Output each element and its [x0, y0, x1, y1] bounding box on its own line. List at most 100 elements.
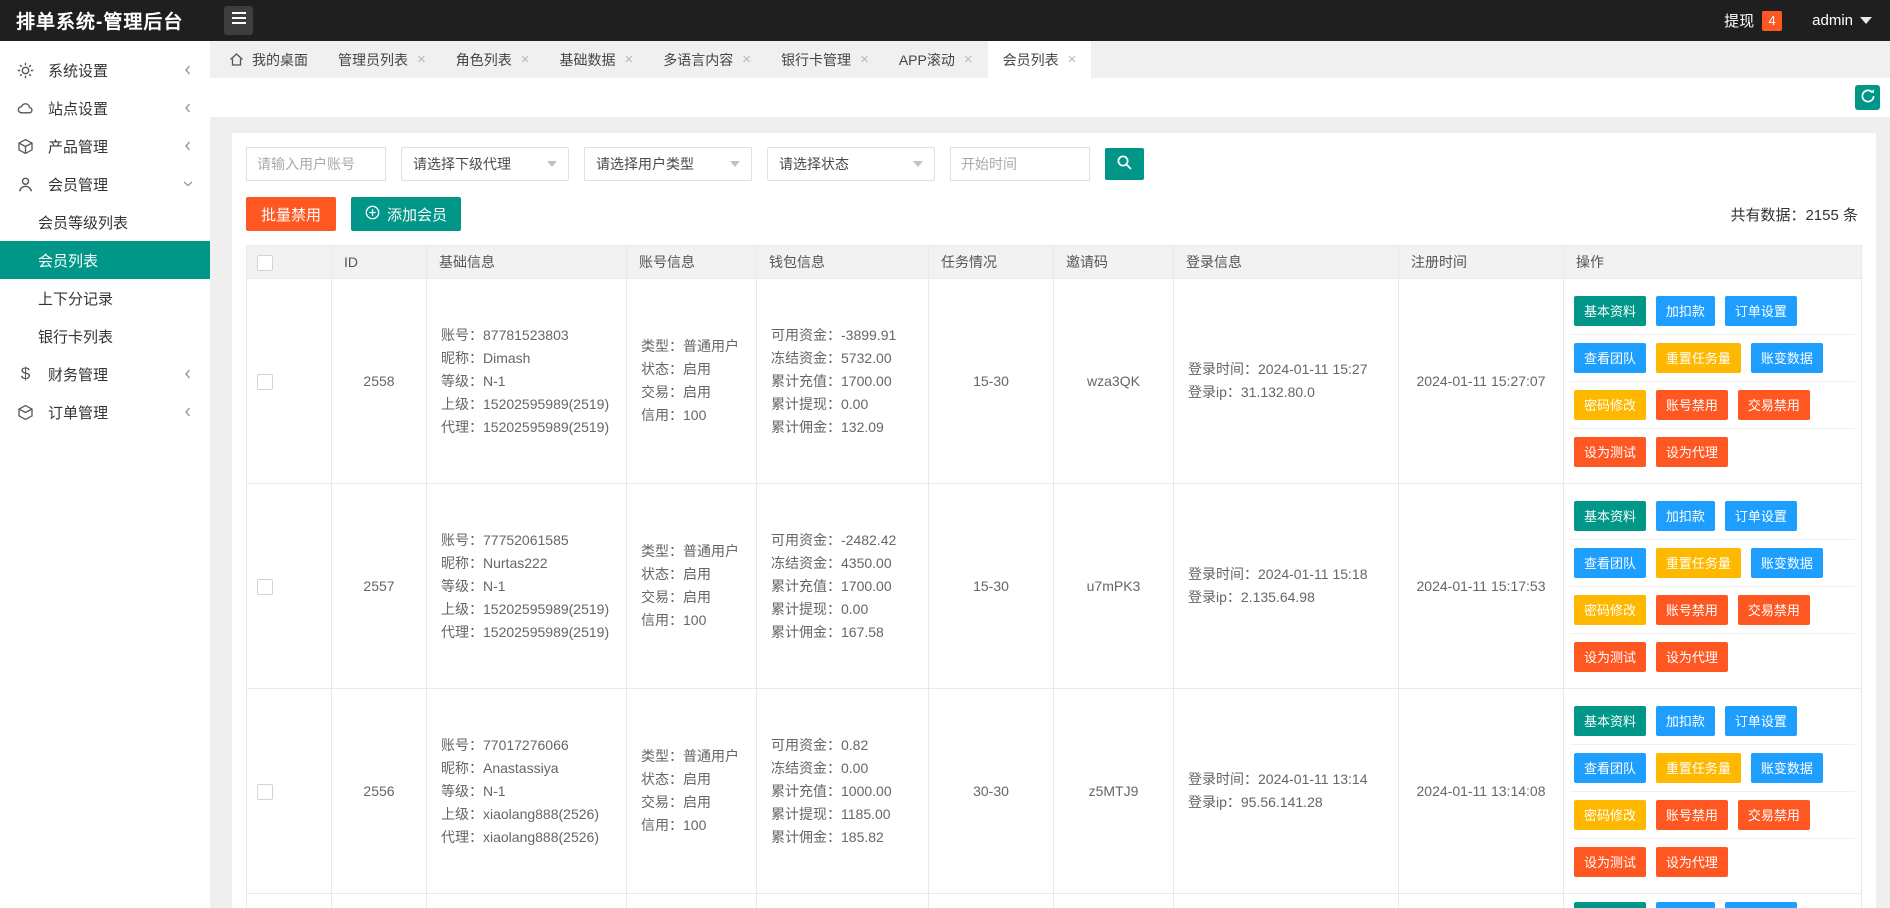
sidebar-item-site-settings[interactable]: 站点设置	[0, 89, 210, 127]
menu-toggle-button[interactable]	[224, 6, 253, 35]
invite-code: u7mPK3	[1054, 484, 1174, 689]
chevron-left-icon	[182, 102, 194, 114]
account-disable-button[interactable]: 账号禁用	[1656, 800, 1728, 830]
sidebar-item-system-settings[interactable]: 系统设置	[0, 51, 210, 89]
home-icon	[229, 52, 244, 67]
tab-basic-data[interactable]: 基础数据×	[545, 41, 649, 78]
refresh-button[interactable]	[1855, 85, 1880, 110]
account-change-data-button[interactable]: 账变数据	[1751, 548, 1823, 578]
password-modify-button[interactable]: 密码修改	[1574, 390, 1646, 420]
column-header-invite-code: 邀请码	[1054, 246, 1174, 279]
account-search-input[interactable]	[246, 147, 386, 181]
tab-member-list[interactable]: 会员列表×	[988, 41, 1092, 78]
table-header-row: ID 基础信息 账号信息 钱包信息 任务情况 邀请码 登录信息 注册时间 操作	[247, 246, 1862, 279]
sidebar-item-points-record[interactable]: 上下分记录	[0, 279, 210, 317]
add-member-button[interactable]: 添加会员	[351, 197, 461, 231]
chevron-left-icon	[182, 406, 194, 418]
set-as-agent-button[interactable]: 设为代理	[1656, 437, 1728, 467]
sidebar-item-product-management[interactable]: 产品管理	[0, 127, 210, 165]
row-checkbox[interactable]	[257, 579, 273, 595]
sidebar-item-member-management[interactable]: 会员管理	[0, 165, 210, 203]
add-deduction-button[interactable]: 加扣款	[1656, 902, 1715, 908]
trade-disable-button[interactable]: 交易禁用	[1738, 800, 1810, 830]
account-disable-button[interactable]: 账号禁用	[1656, 390, 1728, 420]
status-select[interactable]: 请选择状态	[767, 147, 935, 181]
column-header-wallet-info: 钱包信息	[757, 246, 929, 279]
withdraw-link[interactable]: 提现	[1724, 10, 1754, 31]
sidebar-item-member-list[interactable]: 会员列表	[0, 241, 210, 279]
row-checkbox[interactable]	[257, 374, 273, 390]
reset-task-amount-button[interactable]: 重置任务量	[1656, 753, 1741, 783]
order-settings-button[interactable]: 订单设置	[1725, 902, 1797, 908]
tab-app-scroll[interactable]: APP滚动×	[884, 41, 988, 78]
tab-bank-card-management[interactable]: 银行卡管理×	[766, 41, 884, 78]
column-header-task-status: 任务情况	[929, 246, 1054, 279]
set-as-test-button[interactable]: 设为测试	[1574, 847, 1646, 877]
sidebar-item-finance-management[interactable]: $ 财务管理	[0, 355, 210, 393]
close-icon[interactable]: ×	[964, 51, 973, 68]
sidebar-item-label: 系统设置	[48, 60, 108, 81]
user-type-select-value: 请选择用户类型	[596, 154, 694, 174]
set-as-agent-button[interactable]: 设为代理	[1656, 847, 1728, 877]
close-icon[interactable]: ×	[625, 51, 634, 68]
sidebar-item-bank-card-list[interactable]: 银行卡列表	[0, 317, 210, 355]
add-deduction-button[interactable]: 加扣款	[1656, 501, 1715, 531]
close-icon[interactable]: ×	[1068, 51, 1077, 68]
top-bar: 排单系统-管理后台 提现 4 admin	[0, 0, 1890, 41]
sidebar-item-label: 会员管理	[48, 174, 108, 195]
order-settings-button[interactable]: 订单设置	[1725, 296, 1797, 326]
task-status: 30-30	[929, 689, 1054, 894]
basic-info-button[interactable]: 基本资料	[1574, 706, 1646, 736]
set-as-test-button[interactable]: 设为测试	[1574, 437, 1646, 467]
row-checkbox[interactable]	[257, 784, 273, 800]
tab-role-list[interactable]: 角色列表×	[441, 41, 545, 78]
select-all-checkbox[interactable]	[257, 255, 273, 271]
trade-disable-button[interactable]: 交易禁用	[1738, 390, 1810, 420]
status-select-value: 请选择状态	[779, 154, 849, 174]
sidebar-item-order-management[interactable]: 订单管理	[0, 393, 210, 431]
column-header-register-time: 注册时间	[1399, 246, 1564, 279]
table-actions-row: 批量禁用 添加会员 共有数据：2155 条	[246, 197, 1862, 231]
view-team-button[interactable]: 查看团队	[1574, 343, 1646, 373]
chevron-down-icon	[1860, 17, 1872, 24]
user-menu[interactable]: admin	[1812, 12, 1853, 29]
set-as-agent-button[interactable]: 设为代理	[1656, 642, 1728, 672]
agent-select[interactable]: 请选择下级代理	[401, 147, 569, 181]
basic-info-button[interactable]: 基本资料	[1574, 296, 1646, 326]
basic-info-button[interactable]: 基本资料	[1574, 902, 1646, 908]
order-settings-button[interactable]: 订单设置	[1725, 501, 1797, 531]
reset-task-amount-button[interactable]: 重置任务量	[1656, 343, 1741, 373]
password-modify-button[interactable]: 密码修改	[1574, 800, 1646, 830]
account-disable-button[interactable]: 账号禁用	[1656, 595, 1728, 625]
reset-task-amount-button[interactable]: 重置任务量	[1656, 548, 1741, 578]
tab-my-desktop[interactable]: 我的桌面	[214, 41, 323, 78]
search-icon	[1116, 154, 1133, 174]
tab-admin-list[interactable]: 管理员列表×	[323, 41, 441, 78]
batch-disable-button[interactable]: 批量禁用	[246, 197, 336, 231]
view-team-button[interactable]: 查看团队	[1574, 753, 1646, 783]
set-as-test-button[interactable]: 设为测试	[1574, 642, 1646, 672]
account-change-data-button[interactable]: 账变数据	[1751, 343, 1823, 373]
close-icon[interactable]: ×	[860, 51, 869, 68]
hamburger-icon	[231, 11, 247, 30]
tab-multilang-content[interactable]: 多语言内容×	[648, 41, 766, 78]
close-icon[interactable]: ×	[521, 51, 530, 68]
add-deduction-button[interactable]: 加扣款	[1656, 706, 1715, 736]
view-team-button[interactable]: 查看团队	[1574, 548, 1646, 578]
user-type-select[interactable]: 请选择用户类型	[584, 147, 752, 181]
order-settings-button[interactable]: 订单设置	[1725, 706, 1797, 736]
base-account: 账号：87781523803	[441, 324, 618, 347]
account-change-data-button[interactable]: 账变数据	[1751, 753, 1823, 783]
add-deduction-button[interactable]: 加扣款	[1656, 296, 1715, 326]
basic-info-button[interactable]: 基本资料	[1574, 501, 1646, 531]
login-info-cell: 登录时间：2024-01-11 15:18 登录ip：2.135.64.98	[1174, 484, 1399, 689]
trade-disable-button[interactable]: 交易禁用	[1738, 595, 1810, 625]
chevron-down-icon	[913, 161, 923, 167]
chevron-down-icon	[547, 161, 557, 167]
close-icon[interactable]: ×	[417, 51, 426, 68]
search-button[interactable]	[1105, 148, 1144, 180]
password-modify-button[interactable]: 密码修改	[1574, 595, 1646, 625]
close-icon[interactable]: ×	[742, 51, 751, 68]
sidebar-item-member-level-list[interactable]: 会员等级列表	[0, 203, 210, 241]
start-time-input[interactable]	[950, 147, 1090, 181]
